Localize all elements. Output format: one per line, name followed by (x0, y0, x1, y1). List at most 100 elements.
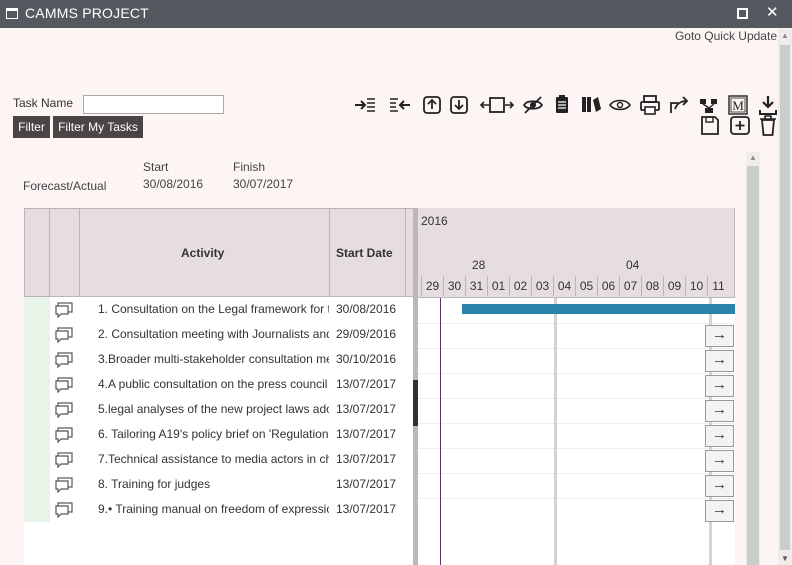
gantt-year-header: 2016 (418, 208, 735, 232)
comment-icon[interactable] (54, 352, 74, 368)
gantt-sub-header-1 (418, 231, 490, 253)
table-row[interactable]: 2. Consultation meeting with Journalists… (50, 322, 406, 347)
task-name-label: Task Name (13, 96, 74, 110)
finish-value: 30/07/2017 (233, 177, 294, 191)
table-row[interactable]: 7.Technical assistance to media actors i… (50, 447, 406, 472)
grid-scroll-up-icon[interactable]: ▲ (749, 153, 757, 162)
comment-icon[interactable] (54, 327, 74, 343)
activity-cell[interactable]: 7.Technical assistance to media actors i… (98, 452, 329, 466)
activity-cell[interactable]: 9.• Training manual on freedom of expres… (98, 502, 329, 516)
gantt-sub-header-2 (489, 231, 735, 253)
scroll-to-task-arrow-icon[interactable]: → (705, 400, 734, 422)
comment-icon[interactable] (54, 477, 74, 493)
gantt-task-bar[interactable] (462, 304, 735, 314)
start-date-cell: 30/08/2016 (336, 302, 397, 316)
gantt-day-label: 10 (685, 276, 707, 296)
view-icon[interactable] (608, 94, 632, 116)
grid-header-select (24, 208, 50, 297)
page-scroll-thumb[interactable] (780, 45, 790, 550)
scroll-to-task-arrow-icon[interactable]: → (705, 475, 734, 497)
scroll-up-icon[interactable]: ▲ (781, 31, 789, 40)
download-icon[interactable] (756, 94, 780, 116)
gantt-row-line (418, 373, 735, 374)
start-date-cell: 13/07/2017 (336, 377, 397, 391)
task-name-input[interactable] (83, 95, 224, 114)
goto-quick-update-link[interactable]: Goto Quick Update (675, 29, 777, 43)
gantt-row-line (418, 448, 735, 449)
grid-scroll-thumb[interactable] (747, 166, 759, 565)
grid-header-start-date[interactable]: Start Date (329, 208, 406, 297)
scroll-to-task-arrow-icon[interactable]: → (705, 500, 734, 522)
comment-icon[interactable] (54, 377, 74, 393)
gantt-week-header-2: 04 (555, 252, 735, 277)
print-icon[interactable] (638, 94, 662, 116)
gantt-day-label: 07 (619, 276, 641, 296)
svg-text:M: M (732, 98, 744, 113)
scroll-to-task-arrow-icon[interactable]: → (705, 375, 734, 397)
scroll-down-icon[interactable]: ▼ (781, 554, 789, 563)
gantt-day-label: 29 (421, 276, 443, 296)
milestone-icon[interactable]: M (726, 94, 750, 116)
outdent-icon[interactable] (388, 94, 412, 116)
activity-cell[interactable]: 6. Tailoring A19's policy brief on 'Regu… (98, 427, 329, 441)
book-icon[interactable] (579, 94, 603, 116)
hide-icon[interactable] (521, 94, 545, 116)
activity-cell[interactable]: 2. Consultation meeting with Journalists… (98, 327, 329, 341)
start-value: 30/08/2016 (143, 177, 204, 191)
add-icon[interactable] (728, 114, 752, 136)
grid-header-activity[interactable]: Activity (79, 208, 330, 297)
window-icon (6, 8, 18, 19)
scroll-to-task-arrow-icon[interactable]: → (705, 450, 734, 472)
gantt-week-header-1: 28 (418, 252, 556, 277)
table-row[interactable]: 8. Training for judges 13/07/2017 (50, 472, 406, 497)
gantt-row-line (418, 348, 735, 349)
delete-icon[interactable] (756, 114, 780, 136)
title-bar: CAMMS PROJECT ✕ (0, 0, 792, 28)
comment-icon[interactable] (54, 427, 74, 443)
gantt-day-label: 31 (465, 276, 487, 296)
expand-icon[interactable] (420, 94, 444, 116)
scroll-to-task-arrow-icon[interactable]: → (705, 325, 734, 347)
table-row[interactable]: 4.A public consultation on the press cou… (50, 372, 406, 397)
comment-icon[interactable] (54, 302, 74, 318)
table-row[interactable]: 1. Consultation on the Legal framework f… (50, 297, 406, 322)
activity-cell[interactable]: 8. Training for judges (98, 477, 329, 491)
gantt-today-line (440, 298, 441, 565)
table-row[interactable]: 3.Broader multi-stakeholder consultation… (50, 347, 406, 372)
comment-icon[interactable] (54, 402, 74, 418)
scroll-to-task-arrow-icon[interactable]: → (705, 425, 734, 447)
maximize-button[interactable] (737, 8, 748, 19)
share-icon[interactable] (667, 94, 691, 116)
start-date-cell: 13/07/2017 (336, 477, 397, 491)
table-row[interactable]: 9.• Training manual on freedom of expres… (50, 497, 406, 522)
save-icon[interactable] (698, 114, 722, 136)
table-row[interactable]: 6. Tailoring A19's policy brief on 'Regu… (50, 422, 406, 447)
grid-scrollbar[interactable]: ▲ (746, 152, 760, 565)
gantt-row-line (418, 423, 735, 424)
table-row[interactable]: 5.legal analyses of the new project laws… (50, 397, 406, 422)
gantt-row-line (418, 473, 735, 474)
gantt-day-label: 09 (663, 276, 685, 296)
gantt-day-label: 05 (575, 276, 597, 296)
gantt-chart: 2016 28 04 29 30 31 01 02 03 04 05 06 07 08 09 10 11 … (418, 208, 735, 565)
filter-my-tasks-button[interactable]: Filter My Tasks (53, 116, 143, 138)
filter-button[interactable]: Filter (13, 116, 50, 138)
start-date-cell: 13/07/2017 (336, 402, 397, 416)
comment-icon[interactable] (54, 502, 74, 518)
clipboard-icon[interactable] (550, 94, 574, 116)
comment-icon[interactable] (54, 452, 74, 468)
indent-icon[interactable] (353, 94, 377, 116)
activity-cell[interactable]: 1. Consultation on the Legal framework f… (98, 302, 329, 316)
scroll-to-task-arrow-icon[interactable]: → (705, 350, 734, 372)
start-date-cell: 29/09/2016 (336, 327, 397, 341)
page-scrollbar[interactable]: ▲ ▼ (778, 29, 792, 565)
collapse-icon[interactable] (447, 94, 471, 116)
fit-width-icon[interactable] (479, 94, 515, 116)
start-label: Start (143, 160, 169, 174)
network-icon[interactable] (697, 94, 721, 116)
gantt-day-label: 01 (487, 276, 509, 296)
activity-cell[interactable]: 3.Broader multi-stakeholder consultation… (98, 352, 329, 366)
close-button[interactable]: ✕ (766, 4, 779, 22)
activity-cell[interactable]: 4.A public consultation on the press cou… (98, 377, 329, 391)
activity-cell[interactable]: 5.legal analyses of the new project laws… (98, 402, 329, 416)
